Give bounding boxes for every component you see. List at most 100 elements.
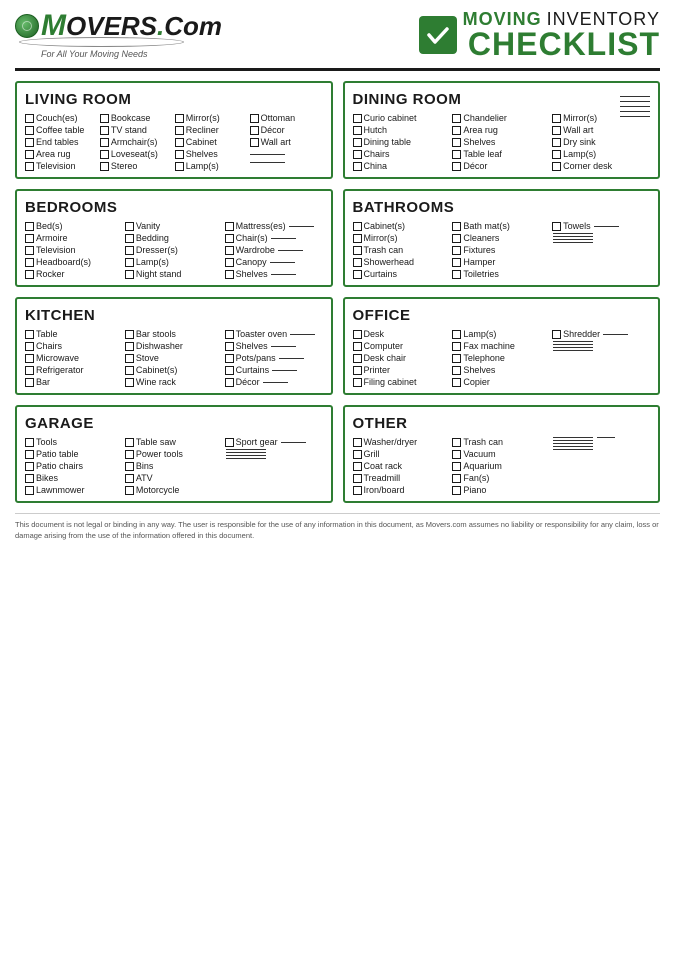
checkbox[interactable] bbox=[452, 378, 461, 387]
checkbox[interactable] bbox=[452, 126, 461, 135]
checkbox[interactable] bbox=[452, 246, 461, 255]
checkbox[interactable] bbox=[125, 366, 134, 375]
checkbox[interactable] bbox=[125, 486, 134, 495]
checkbox[interactable] bbox=[353, 258, 362, 267]
checkbox[interactable] bbox=[353, 138, 362, 147]
checkbox[interactable] bbox=[125, 342, 134, 351]
checkbox[interactable] bbox=[125, 270, 134, 279]
checkbox[interactable] bbox=[25, 246, 34, 255]
checkbox[interactable] bbox=[452, 438, 461, 447]
checkbox[interactable] bbox=[25, 234, 34, 243]
checkbox[interactable] bbox=[552, 162, 561, 171]
checkbox[interactable] bbox=[175, 162, 184, 171]
checkbox[interactable] bbox=[225, 234, 234, 243]
checkbox[interactable] bbox=[353, 486, 362, 495]
checkbox[interactable] bbox=[25, 450, 34, 459]
checkbox[interactable] bbox=[452, 342, 461, 351]
checkbox[interactable] bbox=[353, 366, 362, 375]
checkbox[interactable] bbox=[353, 438, 362, 447]
checkbox[interactable] bbox=[353, 114, 362, 123]
checkbox[interactable] bbox=[452, 222, 461, 231]
checkbox[interactable] bbox=[25, 378, 34, 387]
checkbox[interactable] bbox=[353, 450, 362, 459]
checkbox[interactable] bbox=[25, 162, 34, 171]
checkbox[interactable] bbox=[25, 474, 34, 483]
checkbox[interactable] bbox=[125, 246, 134, 255]
checkbox[interactable] bbox=[353, 270, 362, 279]
checkbox[interactable] bbox=[100, 162, 109, 171]
checkbox[interactable] bbox=[452, 462, 461, 471]
checkbox[interactable] bbox=[25, 462, 34, 471]
checkbox[interactable] bbox=[353, 162, 362, 171]
checkbox[interactable] bbox=[125, 438, 134, 447]
checkbox[interactable] bbox=[100, 114, 109, 123]
checkbox[interactable] bbox=[452, 162, 461, 171]
checkbox[interactable] bbox=[225, 270, 234, 279]
checkbox[interactable] bbox=[100, 150, 109, 159]
checkbox[interactable] bbox=[25, 354, 34, 363]
checkbox[interactable] bbox=[552, 150, 561, 159]
checkbox[interactable] bbox=[452, 474, 461, 483]
checkbox[interactable] bbox=[452, 234, 461, 243]
checkbox[interactable] bbox=[353, 342, 362, 351]
checkbox[interactable] bbox=[25, 486, 34, 495]
checkbox[interactable] bbox=[25, 258, 34, 267]
checkbox[interactable] bbox=[25, 330, 34, 339]
checkbox[interactable] bbox=[353, 378, 362, 387]
checkbox[interactable] bbox=[353, 234, 362, 243]
checkbox[interactable] bbox=[125, 378, 134, 387]
checkbox[interactable] bbox=[225, 378, 234, 387]
checkbox[interactable] bbox=[225, 246, 234, 255]
checkbox[interactable] bbox=[225, 438, 234, 447]
checkbox[interactable] bbox=[225, 342, 234, 351]
checkbox[interactable] bbox=[452, 138, 461, 147]
checkbox[interactable] bbox=[100, 126, 109, 135]
checkbox[interactable] bbox=[125, 234, 134, 243]
checkbox[interactable] bbox=[125, 354, 134, 363]
checkbox[interactable] bbox=[353, 246, 362, 255]
checkbox[interactable] bbox=[175, 138, 184, 147]
checkbox[interactable] bbox=[25, 366, 34, 375]
checkbox[interactable] bbox=[225, 258, 234, 267]
checkbox[interactable] bbox=[552, 114, 561, 123]
checkbox[interactable] bbox=[225, 366, 234, 375]
checkbox[interactable] bbox=[25, 114, 34, 123]
checkbox[interactable] bbox=[452, 354, 461, 363]
checkbox[interactable] bbox=[125, 258, 134, 267]
checkbox[interactable] bbox=[452, 486, 461, 495]
checkbox[interactable] bbox=[250, 126, 259, 135]
checkbox[interactable] bbox=[175, 126, 184, 135]
checkbox[interactable] bbox=[452, 114, 461, 123]
checkbox[interactable] bbox=[25, 438, 34, 447]
checkbox[interactable] bbox=[452, 270, 461, 279]
checkbox[interactable] bbox=[452, 330, 461, 339]
checkbox[interactable] bbox=[552, 330, 561, 339]
checkbox[interactable] bbox=[175, 114, 184, 123]
checkbox[interactable] bbox=[250, 138, 259, 147]
checkbox[interactable] bbox=[353, 330, 362, 339]
checkbox[interactable] bbox=[452, 366, 461, 375]
checkbox[interactable] bbox=[125, 450, 134, 459]
checkbox[interactable] bbox=[25, 150, 34, 159]
checkbox[interactable] bbox=[353, 126, 362, 135]
checkbox[interactable] bbox=[125, 222, 134, 231]
checkbox[interactable] bbox=[552, 222, 561, 231]
checkbox[interactable] bbox=[225, 222, 234, 231]
checkbox[interactable] bbox=[125, 474, 134, 483]
checkbox[interactable] bbox=[452, 150, 461, 159]
checkbox[interactable] bbox=[25, 222, 34, 231]
checkbox[interactable] bbox=[353, 222, 362, 231]
checkbox[interactable] bbox=[175, 150, 184, 159]
checkbox[interactable] bbox=[25, 270, 34, 279]
checkbox[interactable] bbox=[353, 354, 362, 363]
checkbox[interactable] bbox=[353, 462, 362, 471]
checkbox[interactable] bbox=[225, 354, 234, 363]
checkbox[interactable] bbox=[100, 138, 109, 147]
checkbox[interactable] bbox=[225, 330, 234, 339]
checkbox[interactable] bbox=[552, 138, 561, 147]
checkbox[interactable] bbox=[353, 150, 362, 159]
checkbox[interactable] bbox=[552, 126, 561, 135]
checkbox[interactable] bbox=[353, 474, 362, 483]
checkbox[interactable] bbox=[250, 114, 259, 123]
checkbox[interactable] bbox=[452, 258, 461, 267]
